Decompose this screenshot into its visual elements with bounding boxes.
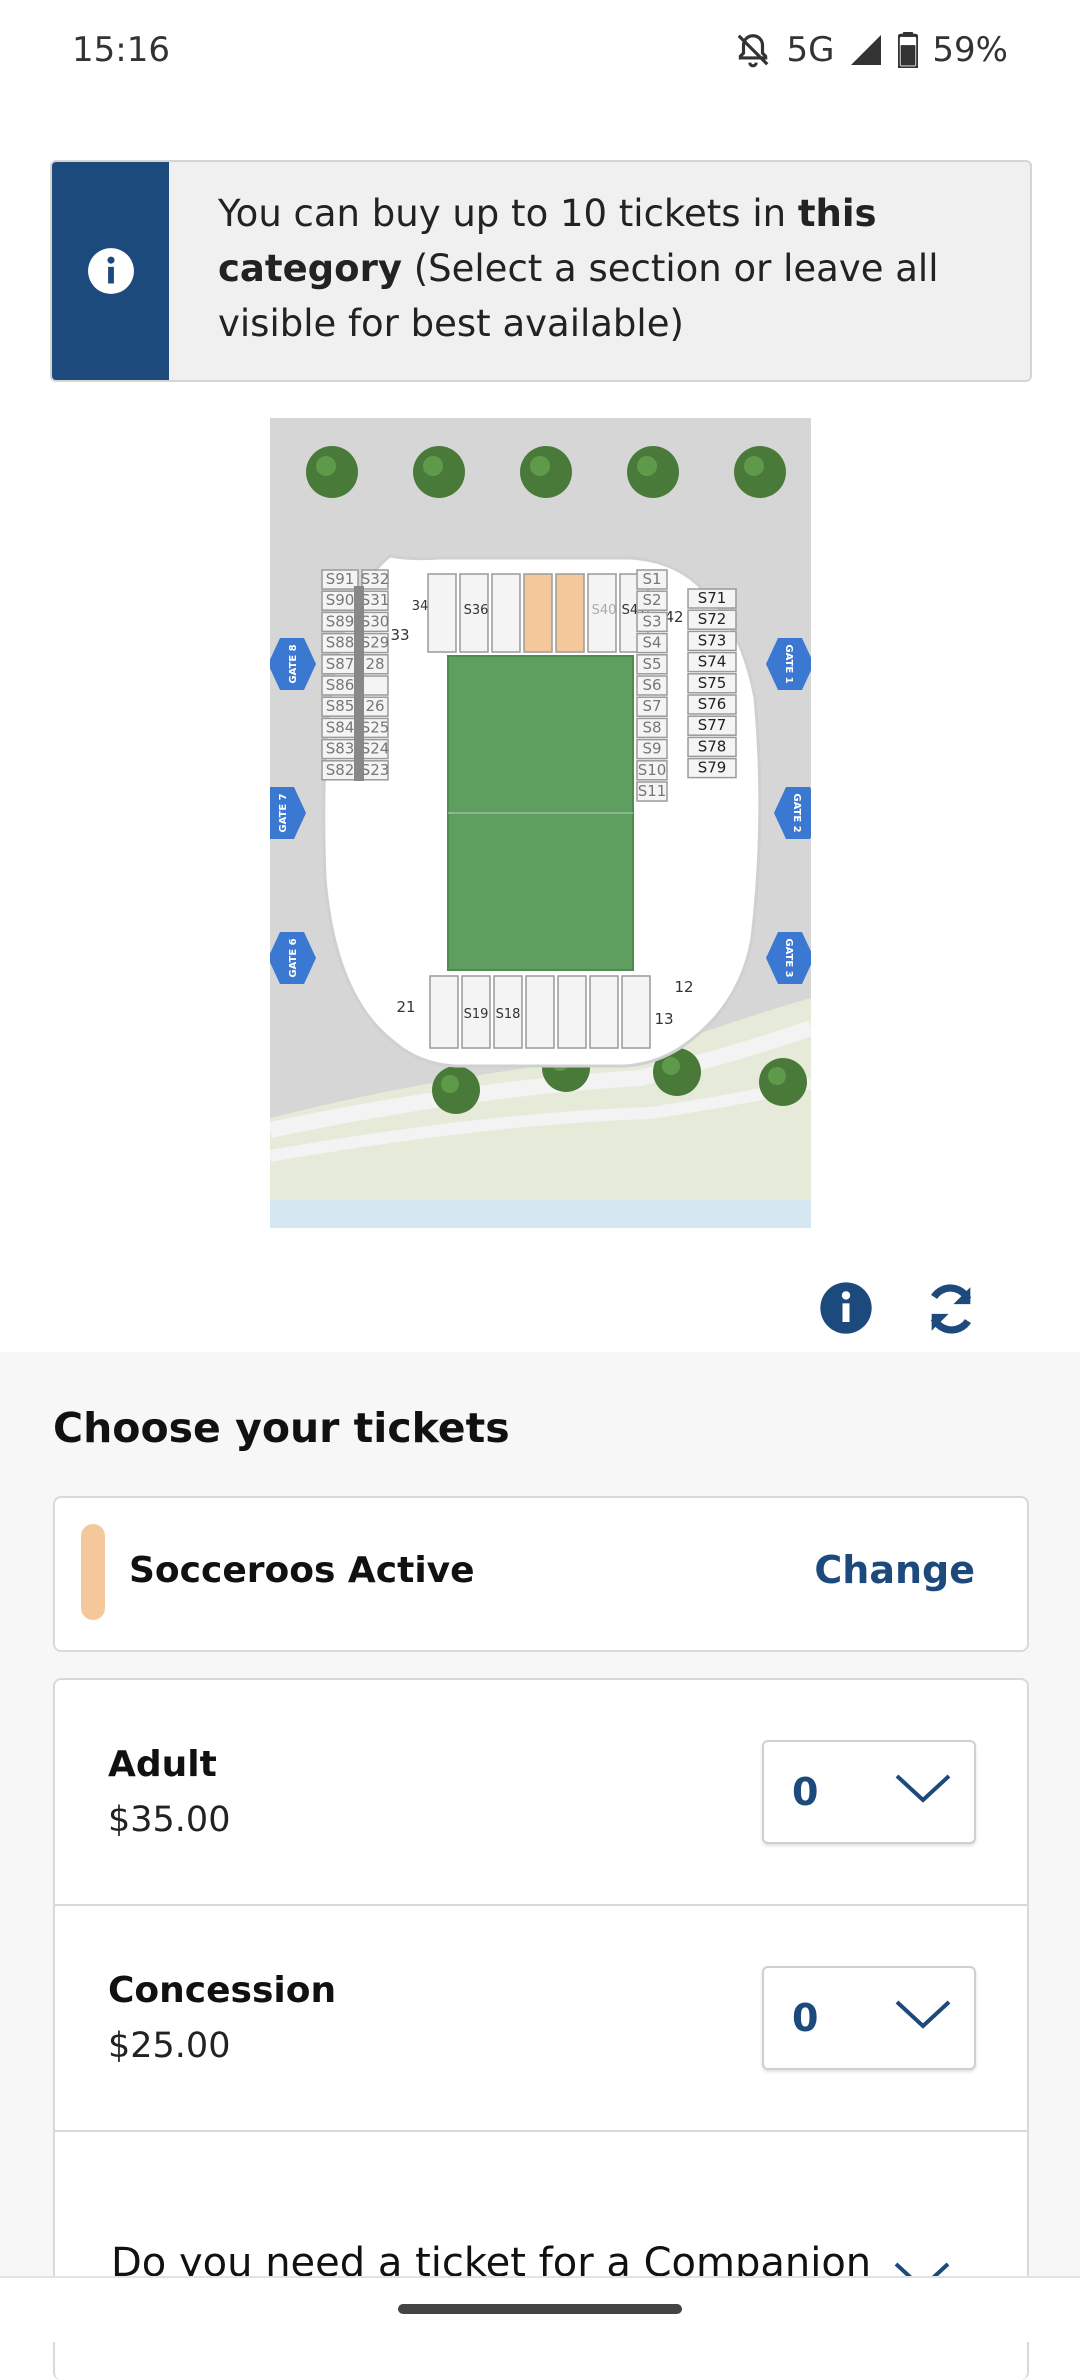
tickets-panel: Choose your tickets Socceroos Active Cha… xyxy=(0,1352,1080,2380)
ticket-row-adult: Adult $35.00 0 xyxy=(55,1680,1027,1906)
aisle xyxy=(354,586,364,781)
gate-label: GATE 3 xyxy=(783,938,794,977)
bottom-section-label: S19 xyxy=(464,1007,489,1022)
map-info-button[interactable] xyxy=(818,1280,874,1336)
seat-section-label: S30 xyxy=(361,612,390,630)
seat-section-label: S90 xyxy=(326,591,355,609)
signal-icon xyxy=(851,35,882,65)
seat-section-label: S73 xyxy=(698,631,727,649)
seat-section-label: S4 xyxy=(642,634,661,652)
seat-section-label: S77 xyxy=(698,716,727,734)
status-time: 15:16 xyxy=(72,30,170,70)
ticket-limit-banner: You can buy up to 10 tickets in this cat… xyxy=(50,160,1032,382)
seat-section-label: S11 xyxy=(638,782,667,800)
seat-section-label: S1 xyxy=(642,570,661,588)
water-strip xyxy=(270,1200,811,1228)
seat-section-label: S8 xyxy=(642,718,661,736)
seat-section-label: S6 xyxy=(642,676,661,694)
seat-section-label: 28 xyxy=(365,655,384,673)
seat-section-label: S71 xyxy=(698,589,727,607)
seat-section-label: S89 xyxy=(326,612,355,630)
seat-section-label: S29 xyxy=(361,634,390,652)
seat-section-label: S5 xyxy=(642,655,661,673)
change-category-link[interactable]: Change xyxy=(814,1548,975,1592)
seat-section-label: S87 xyxy=(326,655,355,673)
bottom-section-label: 21 xyxy=(396,998,415,1016)
chevron-down-icon xyxy=(895,1774,951,1803)
seat-section-label: S9 xyxy=(642,740,661,758)
bottom-section-label: 13 xyxy=(654,1010,673,1028)
top-section-label: S36 xyxy=(464,603,489,618)
battery-icon xyxy=(898,32,919,68)
seat-section-label: S76 xyxy=(698,695,727,713)
seat-section-label: S3 xyxy=(642,612,661,630)
concession-quantity-select[interactable]: 0 xyxy=(762,1966,976,2070)
seat-section-label: S79 xyxy=(698,759,727,777)
gate-label: GATE 2 xyxy=(791,793,802,832)
gate-label: GATE 8 xyxy=(288,644,299,683)
seat-section-label: S83 xyxy=(326,740,355,758)
bottom-section-label: S18 xyxy=(496,1007,521,1022)
top-section-label: 33 xyxy=(390,626,409,644)
ticket-row-concession: Concession $25.00 0 xyxy=(55,1906,1027,2132)
panel-title: Choose your tickets xyxy=(53,1404,510,1452)
home-indicator[interactable] xyxy=(398,2304,682,2314)
category-card: Socceroos Active Change xyxy=(53,1496,1029,1652)
status-bar: 15:16 5G 59% xyxy=(0,0,1080,110)
ticket-name: Adult xyxy=(108,1744,217,1785)
ticket-price: $25.00 xyxy=(108,2026,231,2066)
section-highlight-2[interactable] xyxy=(555,573,585,653)
quantity-value: 0 xyxy=(792,1770,819,1814)
seat-section-label: S25 xyxy=(361,718,390,736)
seat-section-label: S91 xyxy=(326,570,355,588)
gate-label: GATE 6 xyxy=(288,938,299,977)
seat-section-label: S24 xyxy=(361,740,390,758)
seat-section-label: S78 xyxy=(698,737,727,755)
quantity-value: 0 xyxy=(792,1996,819,2040)
ticket-name: Concession xyxy=(108,1970,337,2011)
banner-text-start: You can buy up to 10 tickets in xyxy=(218,192,798,235)
gate-label: GATE 1 xyxy=(783,644,794,683)
ticket-price: $35.00 xyxy=(108,1800,231,1840)
banner-text: You can buy up to 10 tickets in this cat… xyxy=(218,186,998,351)
seat-section-label: S88 xyxy=(326,634,355,652)
info-icon xyxy=(87,248,134,294)
seat-section-label: S86 xyxy=(326,676,355,694)
bottom-section-label: 12 xyxy=(674,978,693,996)
adult-quantity-select[interactable]: 0 xyxy=(762,1740,976,1844)
stadium-map[interactable]: 34 S36 S40 S41 42 33 21 S19 S18 12 13 S9… xyxy=(270,418,811,1228)
seat-section-label: S75 xyxy=(698,674,727,692)
seat-section-label: S74 xyxy=(698,653,727,671)
category-name: Socceroos Active xyxy=(129,1550,475,1591)
seat-section-label: S23 xyxy=(361,761,390,779)
section-highlight-1[interactable] xyxy=(523,573,553,653)
seat-section-label: 26 xyxy=(365,697,384,715)
top-section-label: S40 xyxy=(592,603,617,618)
seat-section-label: S7 xyxy=(642,697,661,715)
seat-section-label: S85 xyxy=(326,697,355,715)
status-icons: 5G 59% xyxy=(734,30,1008,70)
seat-section[interactable] xyxy=(361,675,389,696)
map-refresh-button[interactable] xyxy=(922,1280,980,1338)
ticket-types: Adult $35.00 0 Concession $25.00 0 Do yo… xyxy=(53,1678,1029,2380)
seat-section-label: S32 xyxy=(361,570,390,588)
network-label: 5G xyxy=(786,30,835,70)
banner-accent xyxy=(52,162,169,380)
seat-section-label: S84 xyxy=(326,718,355,736)
top-section-label: 34 xyxy=(412,599,429,614)
seat-section-label: S82 xyxy=(326,761,355,779)
category-swatch xyxy=(81,1524,105,1620)
bell-off-icon xyxy=(738,34,769,68)
seat-section-label: S10 xyxy=(638,761,667,779)
battery-percent: 59% xyxy=(932,30,1008,70)
gesture-nav-bar xyxy=(0,2276,1080,2342)
gate-label: GATE 7 xyxy=(278,793,289,832)
seat-section-label: S72 xyxy=(698,610,727,628)
seat-section-label: S31 xyxy=(361,591,390,609)
seat-section-label: S2 xyxy=(642,591,661,609)
chevron-down-icon xyxy=(895,2000,951,2029)
